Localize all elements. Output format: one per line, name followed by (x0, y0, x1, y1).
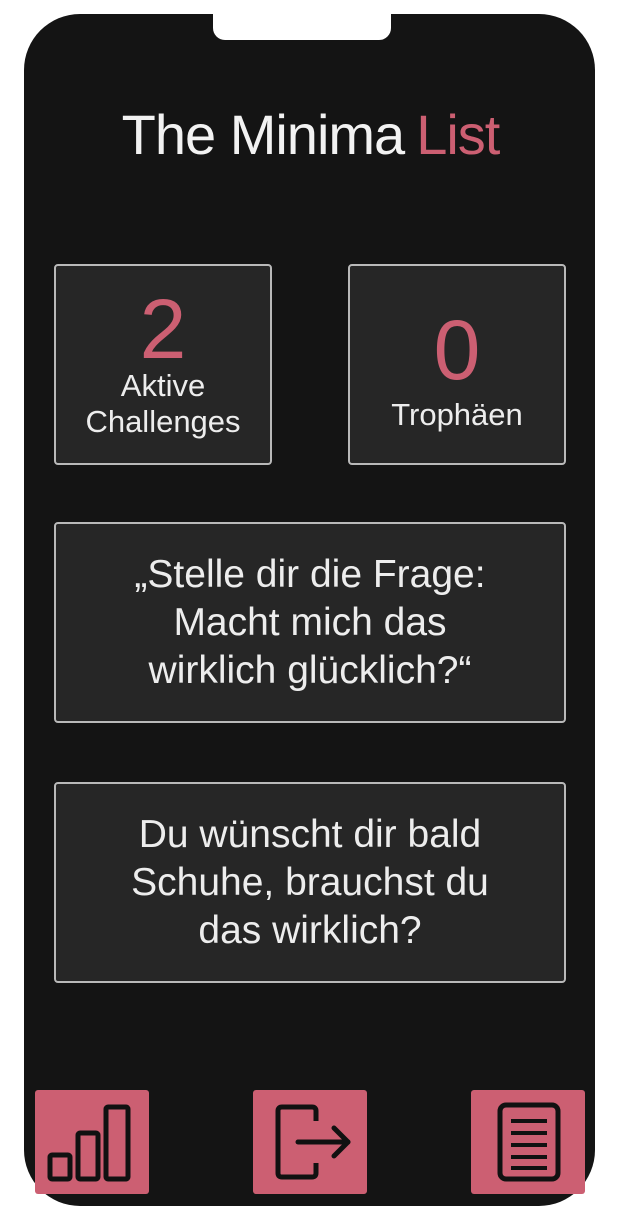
nav-list-button[interactable] (471, 1090, 585, 1194)
nav-statistics-button[interactable] (35, 1090, 149, 1194)
question-card[interactable]: Du wünscht dir bald Schuhe, brauchst du … (54, 782, 566, 983)
logout-icon (264, 1101, 356, 1183)
active-challenges-card[interactable]: 2 Aktive Challenges (54, 264, 272, 465)
question-line-2: Schuhe, brauchst du (131, 860, 489, 904)
tip-line-2: Macht mich das (173, 600, 447, 644)
trophies-label: Trophäen (391, 396, 523, 432)
bar-chart-icon (46, 1101, 138, 1183)
app-title-part1: The Minima (121, 103, 406, 166)
trophies-card[interactable]: 0 Trophäen (348, 264, 566, 465)
active-challenges-label-line1: Aktive (120, 367, 206, 403)
list-document-icon (482, 1101, 574, 1183)
tip-card: „Stelle dir die Frage: Macht mich das wi… (54, 522, 566, 723)
phone-notch (213, 14, 391, 40)
tip-line-3: wirklich glücklich?“ (148, 648, 472, 692)
tip-line-1: „Stelle dir die Frage: (134, 552, 486, 596)
app-title: The Minima List (0, 100, 621, 170)
question-line-1: Du wünscht dir bald (138, 812, 482, 856)
question-line-3: das wirklich? (198, 908, 422, 952)
nav-logout-button[interactable] (253, 1090, 367, 1194)
trophies-count: 0 (433, 302, 481, 397)
active-challenges-label-line2: Challenges (85, 403, 241, 439)
app-title-part2: List (416, 103, 500, 166)
active-challenges-count: 2 (139, 281, 187, 376)
